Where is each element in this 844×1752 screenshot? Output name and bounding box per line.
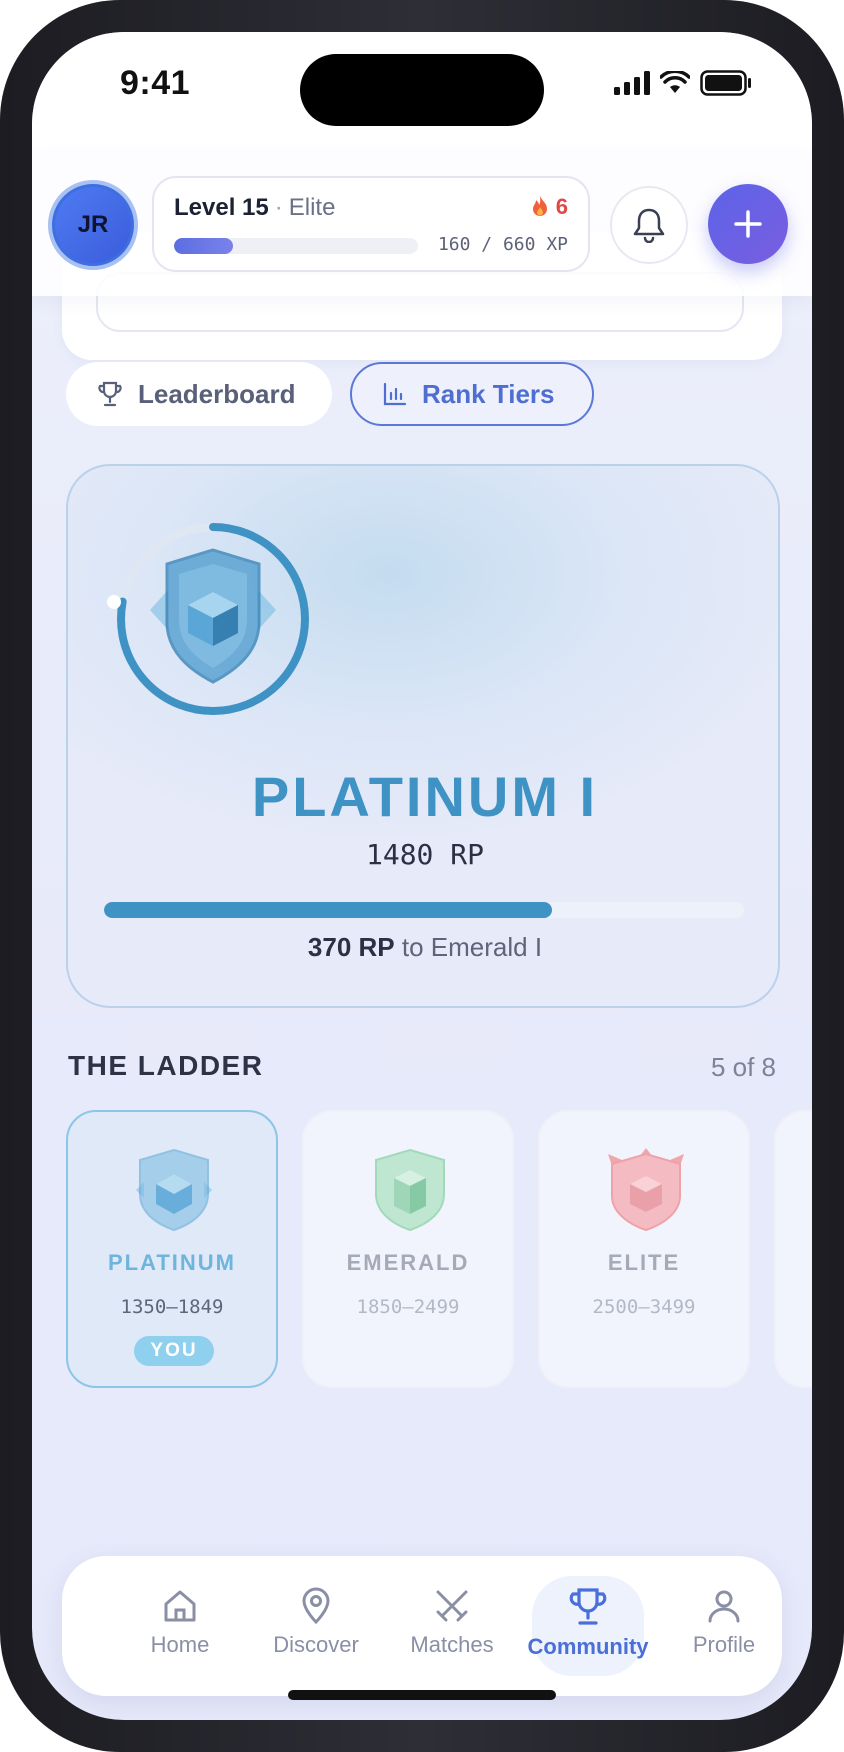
notifications-button[interactable] <box>610 186 688 264</box>
tier-name: PLATINUM <box>107 1250 237 1275</box>
nav-discover-label: Discover <box>273 1632 359 1657</box>
flame-icon <box>532 196 547 216</box>
create-button[interactable] <box>708 184 788 264</box>
next-rank-label: to Emerald I <box>394 932 543 962</box>
nav-home[interactable]: Home <box>114 1556 246 1696</box>
nav-home-label: Home <box>150 1632 210 1657</box>
level-title: Level 15 · Elite <box>174 194 335 222</box>
xp-progress-fill <box>174 238 234 254</box>
home-indicator <box>288 1690 556 1700</box>
tier-name: EMERALD <box>346 1250 470 1275</box>
status-bar: 9:41 <box>32 32 812 150</box>
rank-progress-ring <box>107 523 309 715</box>
top-header: JR Level 15 · Elite 6 160 / 660 XP <box>32 150 812 296</box>
rank-points: 1480 RP <box>365 838 484 871</box>
rank-progress-bar <box>104 902 744 918</box>
user-icon <box>708 1590 740 1623</box>
streak-count: 6 <box>555 194 568 219</box>
tier-card-platinum[interactable]: PLATINUM 1350–1849 YOU <box>66 1110 278 1388</box>
bar-chart-icon <box>383 382 407 406</box>
bell-icon <box>633 208 665 243</box>
dynamic-island <box>300 54 544 126</box>
nav-community-label: Community <box>527 1634 649 1659</box>
screen: 9:41 JR Level 15 · Elite 6 160 / 660 XP … <box>32 32 812 1720</box>
emerald-shield-icon <box>375 1148 445 1232</box>
tier-range: 1850–2499 <box>356 1296 460 1318</box>
elite-shield-icon <box>608 1148 684 1232</box>
nav-profile-label: Profile <box>692 1632 756 1657</box>
home-icon <box>164 1590 196 1622</box>
tier-name: ELITE <box>607 1250 681 1275</box>
you-badge: YOU <box>134 1336 214 1366</box>
xp-progress-bar <box>174 238 418 254</box>
tier-range: 2500–3499 <box>592 1296 696 1318</box>
platinum-shield-icon <box>136 1148 212 1232</box>
nav-community[interactable]: Community <box>522 1556 654 1696</box>
trophy-icon <box>569 1588 607 1625</box>
ladder-title: THE LADDER <box>68 1050 264 1081</box>
platinum-shield-icon <box>150 548 276 684</box>
level-card[interactable]: Level 15 · Elite 6 160 / 660 XP <box>152 176 590 272</box>
level-label: Level 15 <box>174 194 269 221</box>
trophy-icon <box>98 381 122 407</box>
nav-discover[interactable]: Discover <box>250 1556 382 1696</box>
avatar[interactable]: JR <box>48 180 138 270</box>
rank-progress-fill <box>104 902 552 918</box>
status-time: 9:41 <box>120 64 191 102</box>
avatar-initials: JR <box>77 211 109 238</box>
ladder-count: 5 of 8 <box>710 1052 776 1082</box>
battery-icon <box>700 70 751 96</box>
nav-profile[interactable]: Profile <box>658 1556 790 1696</box>
phone-frame: 9:41 JR Level 15 · Elite 6 160 / 660 XP … <box>0 0 844 1752</box>
level-separator: · <box>274 194 283 221</box>
nav-matches-label: Matches <box>410 1632 494 1657</box>
signal-icon <box>614 71 650 95</box>
tier-card-elite[interactable]: ELITE 2500–3499 <box>538 1110 750 1388</box>
rank-name: PLATINUM I <box>251 765 599 828</box>
tier-range: 1350–1849 <box>120 1296 224 1318</box>
tab-rank-tiers-label: Rank Tiers <box>422 378 555 409</box>
tier-card-emerald[interactable]: EMERALD 1850–2499 <box>302 1110 514 1388</box>
map-pin-icon <box>302 1587 330 1625</box>
tier-card-next-partial[interactable] <box>774 1110 812 1388</box>
tab-leaderboard[interactable]: Leaderboard <box>66 362 332 426</box>
streak: 6 <box>530 194 568 220</box>
wifi-icon <box>660 71 690 93</box>
bottom-nav: Home Discover Matches Community Profile <box>62 1556 782 1696</box>
nav-matches[interactable]: Matches <box>386 1556 518 1696</box>
plus-icon <box>734 210 762 238</box>
next-rank-amount: 370 RP <box>307 932 395 962</box>
crossed-swords-icon <box>436 1590 468 1622</box>
xp-text: 160 / 660 XP <box>437 234 568 255</box>
status-icons <box>614 70 752 96</box>
next-rank-text: 370 RP to Emerald I <box>68 932 782 963</box>
current-rank-card: PLATINUM I 1480 RP 370 RP to Emerald I <box>66 464 780 1008</box>
tab-rank-tiers[interactable]: Rank Tiers <box>350 362 594 426</box>
level-tier: Elite <box>288 194 336 221</box>
tab-leaderboard-label: Leaderboard <box>138 378 296 409</box>
